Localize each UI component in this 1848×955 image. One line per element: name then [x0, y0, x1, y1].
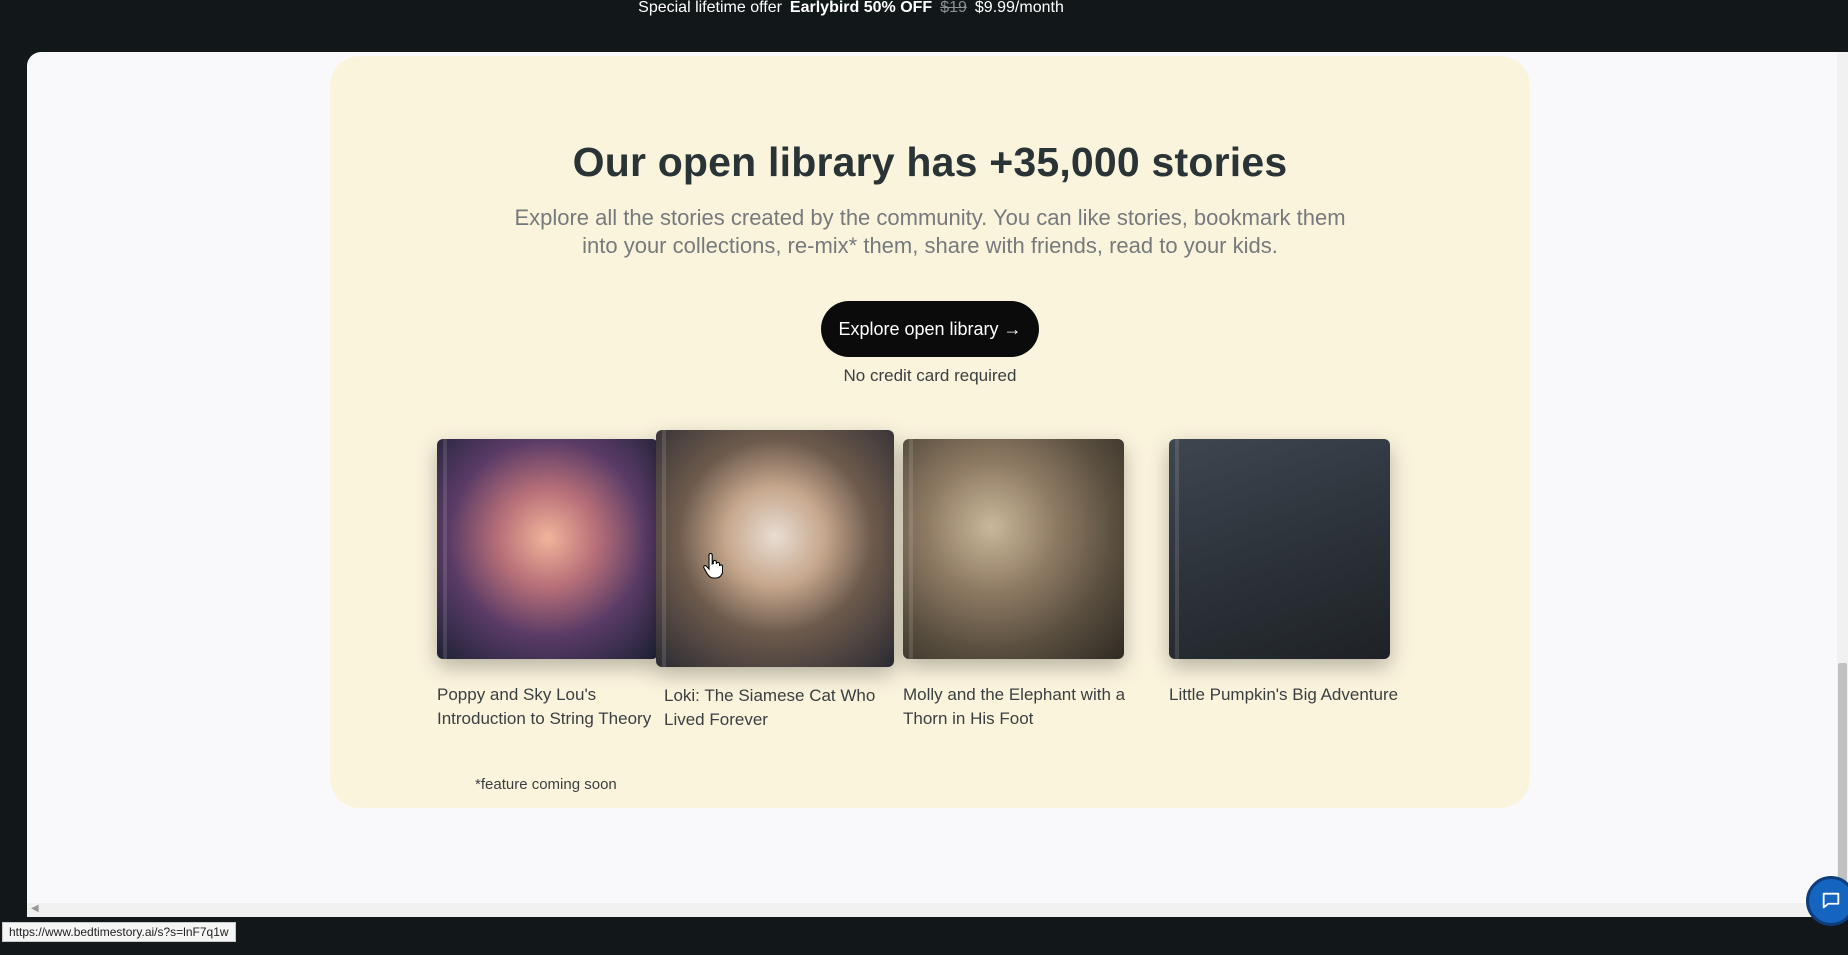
horizontal-scrollbar[interactable]: ◀: [27, 903, 1837, 917]
story-cover-image[interactable]: [903, 439, 1124, 659]
story-title[interactable]: Poppy and Sky Lou's Introduction to Stri…: [437, 683, 667, 731]
story-grid: Poppy and Sky Lou's Introduction to Stri…: [330, 56, 1530, 808]
promo-label: Special lifetime offer: [638, 0, 782, 16]
promo-old-price: $19: [940, 0, 967, 16]
open-library-section: Our open library has +35,000 stories Exp…: [330, 56, 1530, 808]
scrollbar-thumb[interactable]: [1838, 663, 1847, 893]
promo-new-price: $9.99/month: [974, 0, 1064, 16]
feature-footnote: *feature coming soon: [475, 776, 617, 793]
story-title[interactable]: Loki: The Siamese Cat Who Lived Forever: [656, 684, 886, 732]
story-cover-image[interactable]: [656, 430, 894, 667]
page-content: Our open library has +35,000 stories Exp…: [27, 52, 1837, 914]
story-card[interactable]: Molly and the Elephant with a Thorn in H…: [903, 439, 1133, 731]
story-cover-image[interactable]: [1169, 439, 1390, 659]
vertical-scrollbar[interactable]: [1837, 52, 1848, 914]
chat-bubble-icon: [1822, 892, 1840, 909]
story-card[interactable]: Poppy and Sky Lou's Introduction to Stri…: [437, 439, 667, 731]
story-cover-image[interactable]: [437, 439, 658, 659]
chat-launcher-button[interactable]: [1806, 876, 1848, 926]
scroll-left-icon[interactable]: ◀: [31, 903, 39, 914]
status-bar-url: https://www.bedtimestory.ai/s?s=lnF7q1w: [2, 922, 236, 942]
story-title[interactable]: Molly and the Elephant with a Thorn in H…: [903, 683, 1133, 731]
story-title[interactable]: Little Pumpkin's Big Adventure: [1169, 683, 1399, 707]
hand-pointer-icon: [703, 553, 723, 579]
story-card[interactable]: Little Pumpkin's Big Adventure: [1169, 439, 1399, 707]
promo-discount: Earlybird 50% OFF: [789, 0, 933, 16]
promo-bar: Special lifetime offer Earlybird 50% OFF…: [0, 0, 1848, 52]
story-card[interactable]: Loki: The Siamese Cat Who Lived Forever: [656, 430, 894, 732]
promo-content: Special lifetime offer Earlybird 50% OFF…: [638, 0, 1064, 16]
